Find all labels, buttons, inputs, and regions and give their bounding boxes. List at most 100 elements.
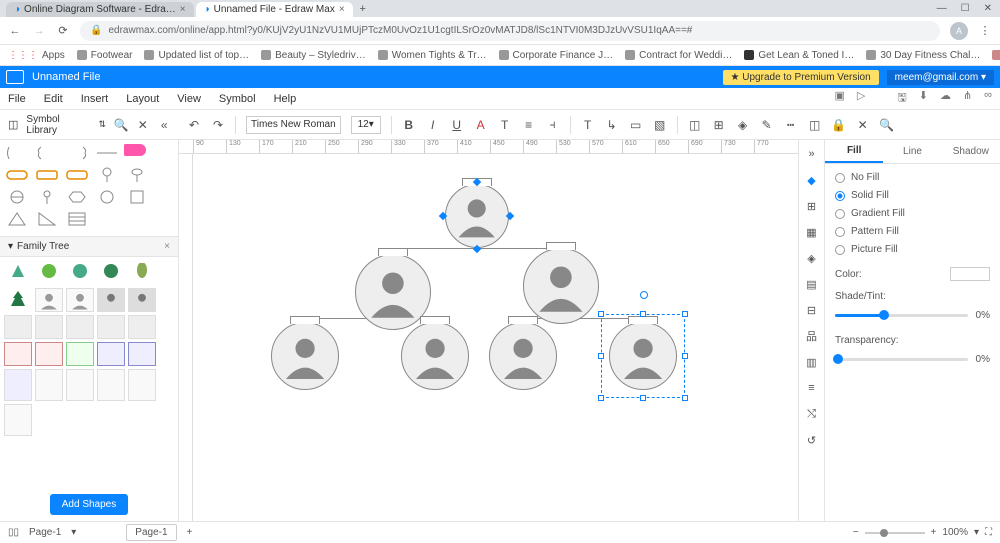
dash-icon[interactable]: ┅ bbox=[784, 118, 798, 132]
apps-button[interactable]: ⋮⋮⋮Apps bbox=[8, 50, 65, 61]
card-shape[interactable] bbox=[35, 369, 63, 401]
font-select[interactable]: Times New Roman bbox=[246, 116, 341, 134]
shape-pin[interactable] bbox=[124, 166, 150, 184]
tree-shape[interactable] bbox=[128, 261, 156, 285]
redo-icon[interactable]: ↷ bbox=[211, 118, 225, 132]
theme-panel-icon[interactable]: ◈ bbox=[804, 250, 820, 266]
shuffle-panel-icon[interactable]: ⤭ bbox=[804, 406, 820, 422]
bold-icon[interactable]: B bbox=[402, 118, 416, 132]
card-shape[interactable] bbox=[66, 342, 94, 366]
chart-panel-icon[interactable]: ▥ bbox=[804, 354, 820, 370]
highlight-icon[interactable]: T bbox=[498, 118, 512, 132]
bookmark[interactable]: Updated list of top… bbox=[144, 50, 249, 61]
shape-pin[interactable] bbox=[94, 166, 120, 184]
new-tab-button[interactable]: + bbox=[355, 1, 371, 17]
search-icon[interactable]: 🔍 bbox=[880, 118, 894, 132]
shape-bracket[interactable] bbox=[4, 144, 30, 162]
image-panel-icon[interactable]: ▦ bbox=[804, 224, 820, 240]
card-shape[interactable] bbox=[4, 404, 32, 436]
align-panel-icon[interactable]: ≡ bbox=[804, 380, 820, 396]
shape-halfcircle[interactable] bbox=[4, 188, 30, 206]
connector-icon[interactable]: ↳ bbox=[605, 118, 619, 132]
person-node[interactable] bbox=[445, 184, 509, 248]
tab-line[interactable]: Line bbox=[883, 140, 941, 163]
card-shape[interactable] bbox=[35, 315, 63, 339]
zoom-slider[interactable] bbox=[865, 532, 925, 534]
fill-panel-icon[interactable]: ◆ bbox=[804, 172, 820, 188]
card-shape[interactable] bbox=[4, 369, 32, 401]
person-card-shape[interactable] bbox=[35, 288, 63, 312]
menu-layout[interactable]: Layout bbox=[126, 93, 159, 105]
forward-icon[interactable]: → bbox=[32, 24, 46, 38]
person-card-shape[interactable] bbox=[97, 288, 125, 312]
person-node[interactable] bbox=[401, 322, 469, 390]
card-shape[interactable] bbox=[128, 369, 156, 401]
card-shape[interactable] bbox=[35, 342, 63, 366]
person-card-shape[interactable] bbox=[128, 288, 156, 312]
tab-shadow[interactable]: Shadow bbox=[942, 140, 1000, 163]
minimize-icon[interactable]: — bbox=[937, 3, 947, 14]
color-swatch[interactable] bbox=[950, 267, 990, 281]
page-tab[interactable]: Page-1 bbox=[126, 524, 176, 541]
menu-icon[interactable]: ⋮ bbox=[978, 24, 992, 38]
arrange-icon[interactable]: ◫ bbox=[688, 118, 702, 132]
tools-icon[interactable]: ✕ bbox=[856, 118, 870, 132]
group-icon[interactable]: ⊞ bbox=[712, 118, 726, 132]
close-icon[interactable]: × bbox=[164, 241, 170, 252]
browser-tab[interactable]: ◑ Unnamed File - Edraw Max × bbox=[196, 2, 353, 17]
bookmark[interactable]: Corporate Finance J… bbox=[499, 50, 614, 61]
shape-pill[interactable] bbox=[4, 166, 30, 184]
database-panel-icon[interactable]: ⊟ bbox=[804, 302, 820, 318]
expand-icon[interactable]: ⇅ bbox=[99, 119, 107, 130]
card-shape[interactable] bbox=[128, 342, 156, 366]
align-icon[interactable]: ≡ bbox=[522, 118, 536, 132]
menu-edit[interactable]: Edit bbox=[44, 93, 63, 105]
tree-shape[interactable] bbox=[35, 261, 63, 285]
font-size-select[interactable]: 12 ▾ bbox=[351, 116, 381, 134]
rect-icon[interactable]: ▭ bbox=[629, 118, 643, 132]
radio-nofill[interactable]: No Fill bbox=[835, 172, 990, 183]
card-shape[interactable] bbox=[97, 342, 125, 366]
bookmark[interactable]: Negin Mirsalehi bbox=[992, 50, 1000, 61]
card-shape[interactable] bbox=[66, 315, 94, 339]
zoom-dropdown[interactable]: ▾ bbox=[974, 527, 979, 538]
tree-shape[interactable] bbox=[4, 261, 32, 285]
present-icon[interactable]: ▣ bbox=[834, 89, 844, 108]
shade-slider[interactable] bbox=[835, 314, 968, 317]
zoom-in-button[interactable]: + bbox=[931, 527, 937, 538]
maximize-icon[interactable]: ☐ bbox=[961, 3, 970, 14]
bookmark[interactable]: Contract for Weddi… bbox=[625, 50, 732, 61]
clear-icon[interactable]: ✕ bbox=[136, 118, 149, 132]
shape-brace[interactable] bbox=[34, 144, 60, 162]
shape-table[interactable] bbox=[64, 210, 90, 228]
underline-icon[interactable]: U bbox=[450, 118, 464, 132]
shape-rounded[interactable] bbox=[64, 166, 90, 184]
card-shape[interactable] bbox=[97, 315, 125, 339]
radio-picture[interactable]: Picture Fill bbox=[835, 244, 990, 255]
browser-tab[interactable]: ◑ Online Diagram Software - Edra… × bbox=[6, 2, 194, 17]
bookmark[interactable]: Get Lean & Toned I… bbox=[744, 50, 854, 61]
card-shape[interactable] bbox=[128, 315, 156, 339]
reload-icon[interactable]: ⟳ bbox=[56, 24, 70, 38]
tree-shape[interactable] bbox=[97, 261, 125, 285]
person-card-shape[interactable] bbox=[66, 288, 94, 312]
library-label[interactable]: Symbol Library bbox=[26, 114, 90, 136]
add-page-button[interactable]: + bbox=[187, 527, 193, 538]
text-tool-icon[interactable]: T bbox=[581, 118, 595, 132]
zoom-out-button[interactable]: − bbox=[853, 527, 859, 538]
tab-fill[interactable]: Fill bbox=[825, 140, 883, 163]
fullscreen-icon[interactable]: ⛶ bbox=[985, 527, 992, 538]
shape-lollipop[interactable] bbox=[34, 188, 60, 206]
card-shape[interactable] bbox=[97, 369, 125, 401]
menu-file[interactable]: File bbox=[8, 93, 26, 105]
shape-hexagon[interactable] bbox=[64, 188, 90, 206]
spacing-icon[interactable]: ⫞ bbox=[546, 118, 560, 132]
bookmark[interactable]: 30 Day Fitness Chal… bbox=[866, 50, 980, 61]
back-icon[interactable]: ← bbox=[8, 24, 22, 38]
person-node[interactable] bbox=[523, 248, 599, 324]
profile-avatar[interactable]: A bbox=[950, 22, 968, 40]
shape-triangle[interactable] bbox=[4, 210, 30, 228]
url-input[interactable]: 🔒 edrawmax.com/online/app.html?y0/KUjV2y… bbox=[80, 21, 940, 41]
shape-rounded[interactable] bbox=[34, 166, 60, 184]
menu-help[interactable]: Help bbox=[274, 93, 297, 105]
